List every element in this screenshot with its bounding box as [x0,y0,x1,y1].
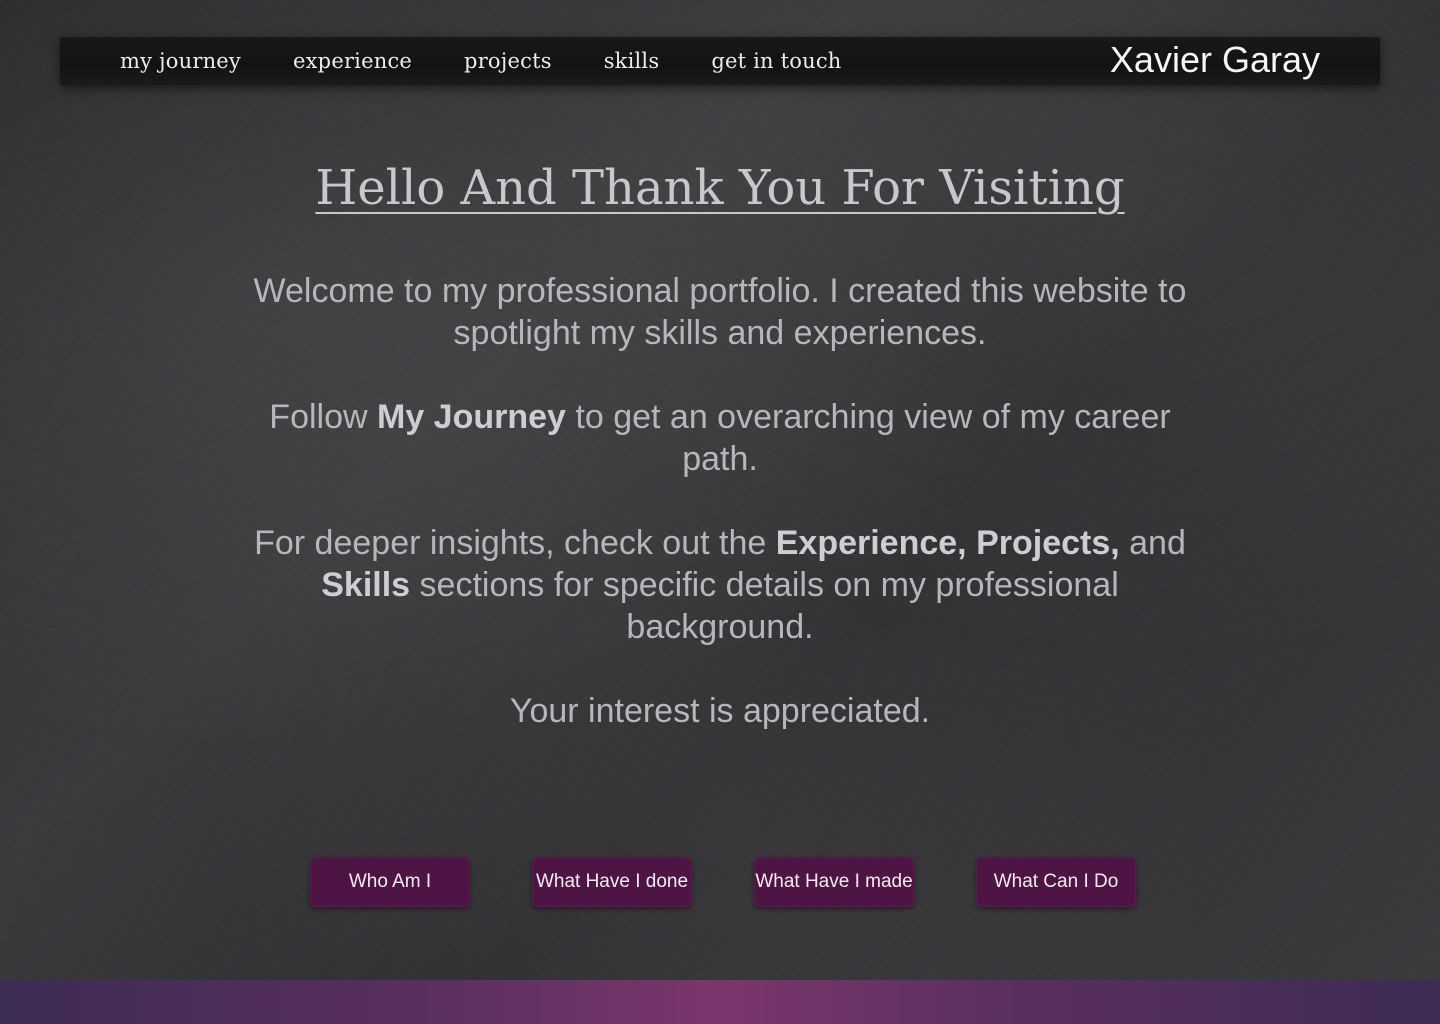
site-brand-name[interactable]: Xavier Garay [1110,37,1320,85]
what-have-i-made-button[interactable]: What Have I made [754,857,914,907]
journey-text-bold: My Journey [377,398,566,436]
journey-text-post: to get an overarching view of my career … [565,398,1171,478]
intro-paragraph-thanks: Your interest is appreciated. [509,692,931,730]
sections-text-mid: and [1119,524,1186,562]
intro-paragraph-sections: For deeper insights, check out the Exper… [230,522,1210,648]
who-am-i-button[interactable]: Who Am I [310,857,470,907]
nav-link-projects[interactable]: projects [464,49,552,73]
journey-text-pre: Follow [269,398,377,436]
footer-bar [0,980,1440,1024]
nav-link-get-in-touch[interactable]: get in touch [711,49,841,73]
sections-text-post: sections for specific details on my prof… [410,566,1119,646]
intro-text: Welcome to my professional portfolio. I … [230,270,1210,774]
nav-link-my-journey[interactable]: my journey [120,49,241,73]
top-navigation-bar: my journey experience projects skills ge… [60,37,1380,85]
what-have-i-done-button[interactable]: What Have I done [532,857,692,907]
sections-text-bold-1: Experience, Projects, [775,524,1120,562]
nav-link-skills[interactable]: skills [604,49,660,73]
sections-text-pre: For deeper insights, check out the [254,524,776,562]
intro-paragraph-welcome: Welcome to my professional portfolio. I … [253,272,1187,352]
what-can-i-do-button[interactable]: What Can I Do [976,857,1136,907]
section-buttons: Who Am I What Have I done What Have I ma… [310,857,1198,907]
intro-paragraph-journey: Follow My Journey to get an overarching … [230,396,1210,480]
page-title: Hello And Thank You For Visiting [315,160,1125,216]
sections-text-bold-2: Skills [321,566,411,604]
nav-links: my journey experience projects skills ge… [120,37,894,85]
nav-link-experience[interactable]: experience [293,49,412,73]
